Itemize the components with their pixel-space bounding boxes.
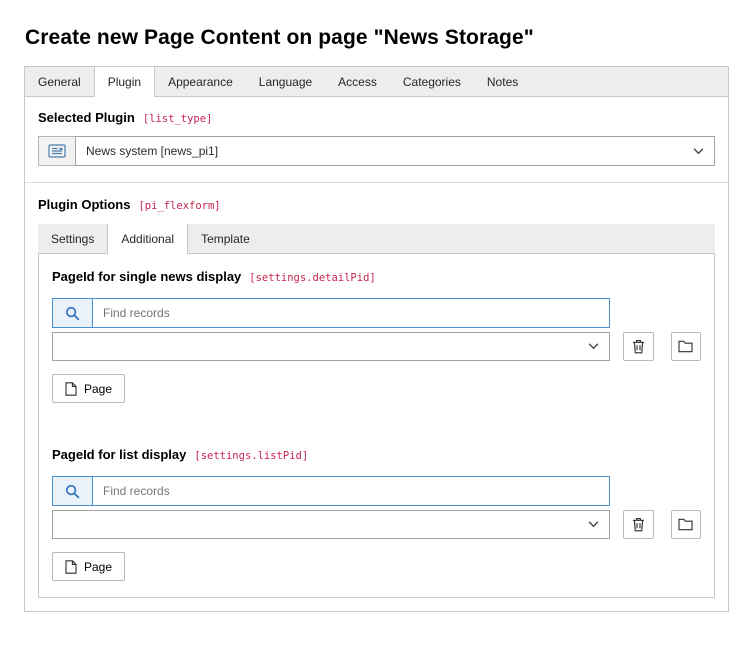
chevron-down-icon — [588, 521, 599, 528]
detail-pid-field-key: [settings.detailPid] — [249, 272, 375, 284]
trash-icon — [632, 339, 645, 354]
search-icon — [53, 299, 93, 327]
page-icon — [65, 560, 77, 574]
tab-appearance[interactable]: Appearance — [155, 67, 246, 96]
detail-pid-label-row: PageId for single news display [settings… — [52, 269, 701, 284]
flexform-tab-content-additional: PageId for single news display [settings… — [38, 254, 715, 598]
tab-access[interactable]: Access — [325, 67, 390, 96]
field-list-pid: PageId for list display [settings.listPi… — [52, 447, 701, 581]
detail-pid-search-input[interactable] — [93, 299, 609, 327]
selected-plugin-label: Selected Plugin — [38, 110, 135, 125]
tab-additional[interactable]: Additional — [107, 224, 188, 254]
list-pid-select-row — [52, 510, 701, 539]
page-icon — [65, 382, 77, 396]
flexform-panel: Settings Additional Template PageId for … — [38, 224, 715, 598]
page-title: Create new Page Content on page "News St… — [25, 26, 729, 50]
tab-settings[interactable]: Settings — [38, 224, 107, 253]
list-pid-label: PageId for list display — [52, 447, 186, 462]
selected-plugin-value: News system [news_pi1] — [86, 144, 218, 158]
tab-notes[interactable]: Notes — [474, 67, 531, 96]
tab-general[interactable]: General — [25, 67, 94, 96]
list-pid-record-search — [52, 476, 610, 506]
selected-plugin-select[interactable]: News system [news_pi1] — [75, 136, 715, 166]
list-pid-label-row: PageId for list display [settings.listPi… — [52, 447, 701, 462]
plugin-icon — [38, 136, 75, 166]
list-pid-search-input[interactable] — [93, 477, 609, 505]
selected-plugin-label-row: Selected Plugin [list_type] — [38, 110, 715, 125]
chevron-down-icon — [693, 148, 704, 155]
browse-records-button[interactable] — [671, 510, 702, 539]
record-edit-form: General Plugin Appearance Language Acces… — [24, 66, 729, 612]
page-button-label: Page — [84, 560, 112, 574]
plugin-options-label-row: Plugin Options [pi_flexform] — [38, 197, 715, 212]
plugin-options-field-key: [pi_flexform] — [138, 200, 220, 212]
delete-record-button[interactable] — [623, 510, 654, 539]
list-pid-select[interactable] — [52, 510, 610, 539]
detail-pid-label: PageId for single news display — [52, 269, 241, 284]
add-page-button[interactable]: Page — [52, 552, 125, 581]
selected-plugin-input-group: News system [news_pi1] — [38, 136, 715, 166]
add-page-button[interactable]: Page — [52, 374, 125, 403]
page-button-label: Page — [84, 382, 112, 396]
browse-records-button[interactable] — [671, 332, 702, 361]
detail-pid-select-row — [52, 332, 701, 361]
new-content-form-page: Create new Page Content on page "News St… — [0, 26, 753, 612]
tab-template[interactable]: Template — [188, 224, 263, 253]
folder-icon — [678, 340, 693, 353]
plugin-options-label: Plugin Options — [38, 197, 130, 212]
selected-plugin-field-key: [list_type] — [143, 113, 213, 125]
detail-pid-record-search — [52, 298, 610, 328]
trash-icon — [632, 517, 645, 532]
chevron-down-icon — [588, 343, 599, 350]
flexform-tab-bar: Settings Additional Template — [38, 224, 715, 254]
section-divider — [25, 182, 728, 183]
search-icon — [53, 477, 93, 505]
tab-language[interactable]: Language — [246, 67, 325, 96]
main-tab-bar: General Plugin Appearance Language Acces… — [25, 67, 728, 97]
field-detail-pid: PageId for single news display [settings… — [52, 269, 701, 403]
folder-icon — [678, 518, 693, 531]
delete-record-button[interactable] — [623, 332, 654, 361]
detail-pid-select[interactable] — [52, 332, 610, 361]
list-pid-field-key: [settings.listPid] — [194, 450, 308, 462]
tab-content-plugin: Selected Plugin [list_type] News system … — [25, 97, 728, 611]
tab-categories[interactable]: Categories — [390, 67, 474, 96]
tab-plugin[interactable]: Plugin — [94, 67, 155, 97]
